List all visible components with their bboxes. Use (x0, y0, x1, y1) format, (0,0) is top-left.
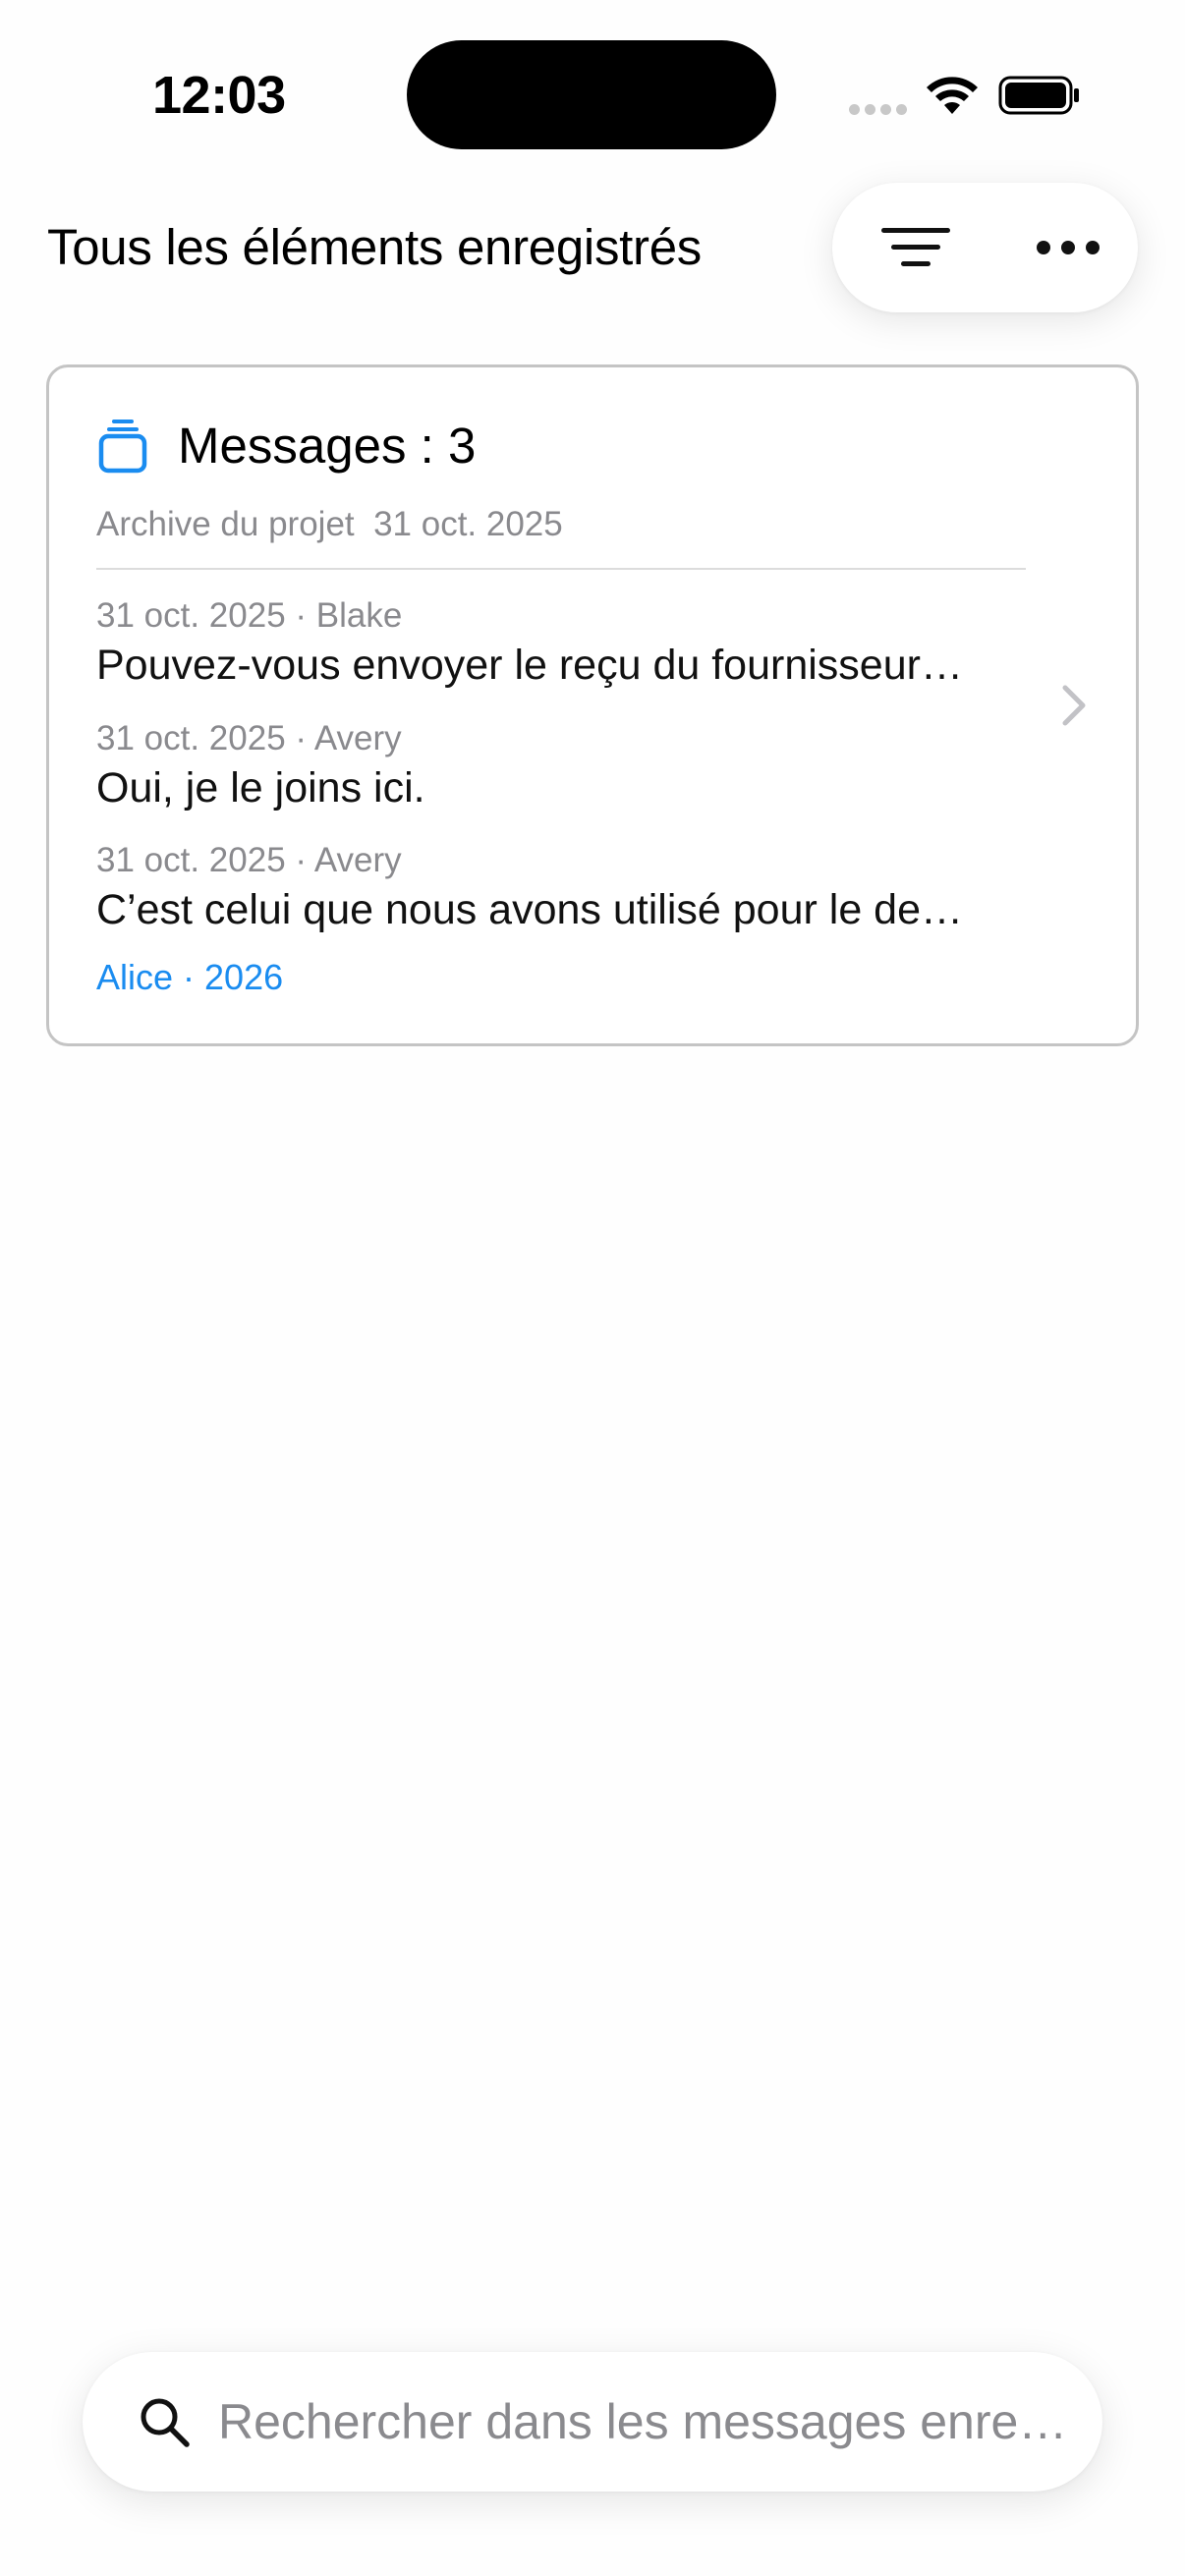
saved-messages-card[interactable]: Messages : 3 Archive du projet 31 oct. 2… (46, 364, 1139, 1046)
message-meta: 31 oct. 2025 · Avery (96, 841, 402, 879)
search-bar[interactable] (83, 2352, 1102, 2492)
chevron-right-icon (1062, 685, 1086, 726)
header-actions (832, 183, 1138, 312)
message-text: Oui, je le joins ici. (96, 764, 425, 812)
search-icon (141, 2398, 190, 2447)
message-item: 31 oct. 2025 · Blake Pouvez-vous envoyer… (96, 594, 1069, 693)
message-item: 31 oct. 2025 · Avery C’est celui que nou… (96, 839, 1069, 937)
message-meta: 31 oct. 2025 · Avery (96, 719, 402, 757)
wifi-icon (927, 77, 978, 114)
filter-button[interactable] (872, 208, 960, 287)
dynamic-island (407, 40, 776, 149)
stack-icon (98, 420, 147, 474)
card-subtitle: Archive du projet 31 oct. 2025 (96, 505, 563, 543)
message-item: 31 oct. 2025 · Avery Oui, je le joins ic… (96, 717, 1069, 815)
card-title: Messages : 3 (178, 418, 477, 474)
message-text: C’est celui que nous avons utilisé pour … (96, 886, 964, 933)
page-title: Tous les éléments enregistrés (47, 219, 702, 275)
cellular-signal-icon (849, 104, 907, 115)
message-text: Pouvez-vous envoyer le reçu du fournisse… (96, 642, 963, 689)
ellipsis-icon (1037, 241, 1100, 254)
search-input[interactable] (218, 2383, 1063, 2460)
filter-lines-icon (881, 228, 950, 266)
card-footer-link: Alice · 2026 (96, 957, 284, 997)
battery-icon (998, 76, 1079, 115)
status-time: 12:03 (152, 66, 286, 125)
screen: 12:03 Tous les éléments enregistrés Mess… (0, 0, 1185, 2576)
divider (96, 568, 1026, 570)
message-meta: 31 oct. 2025 · Blake (96, 596, 403, 635)
more-options-button[interactable] (1024, 208, 1112, 287)
